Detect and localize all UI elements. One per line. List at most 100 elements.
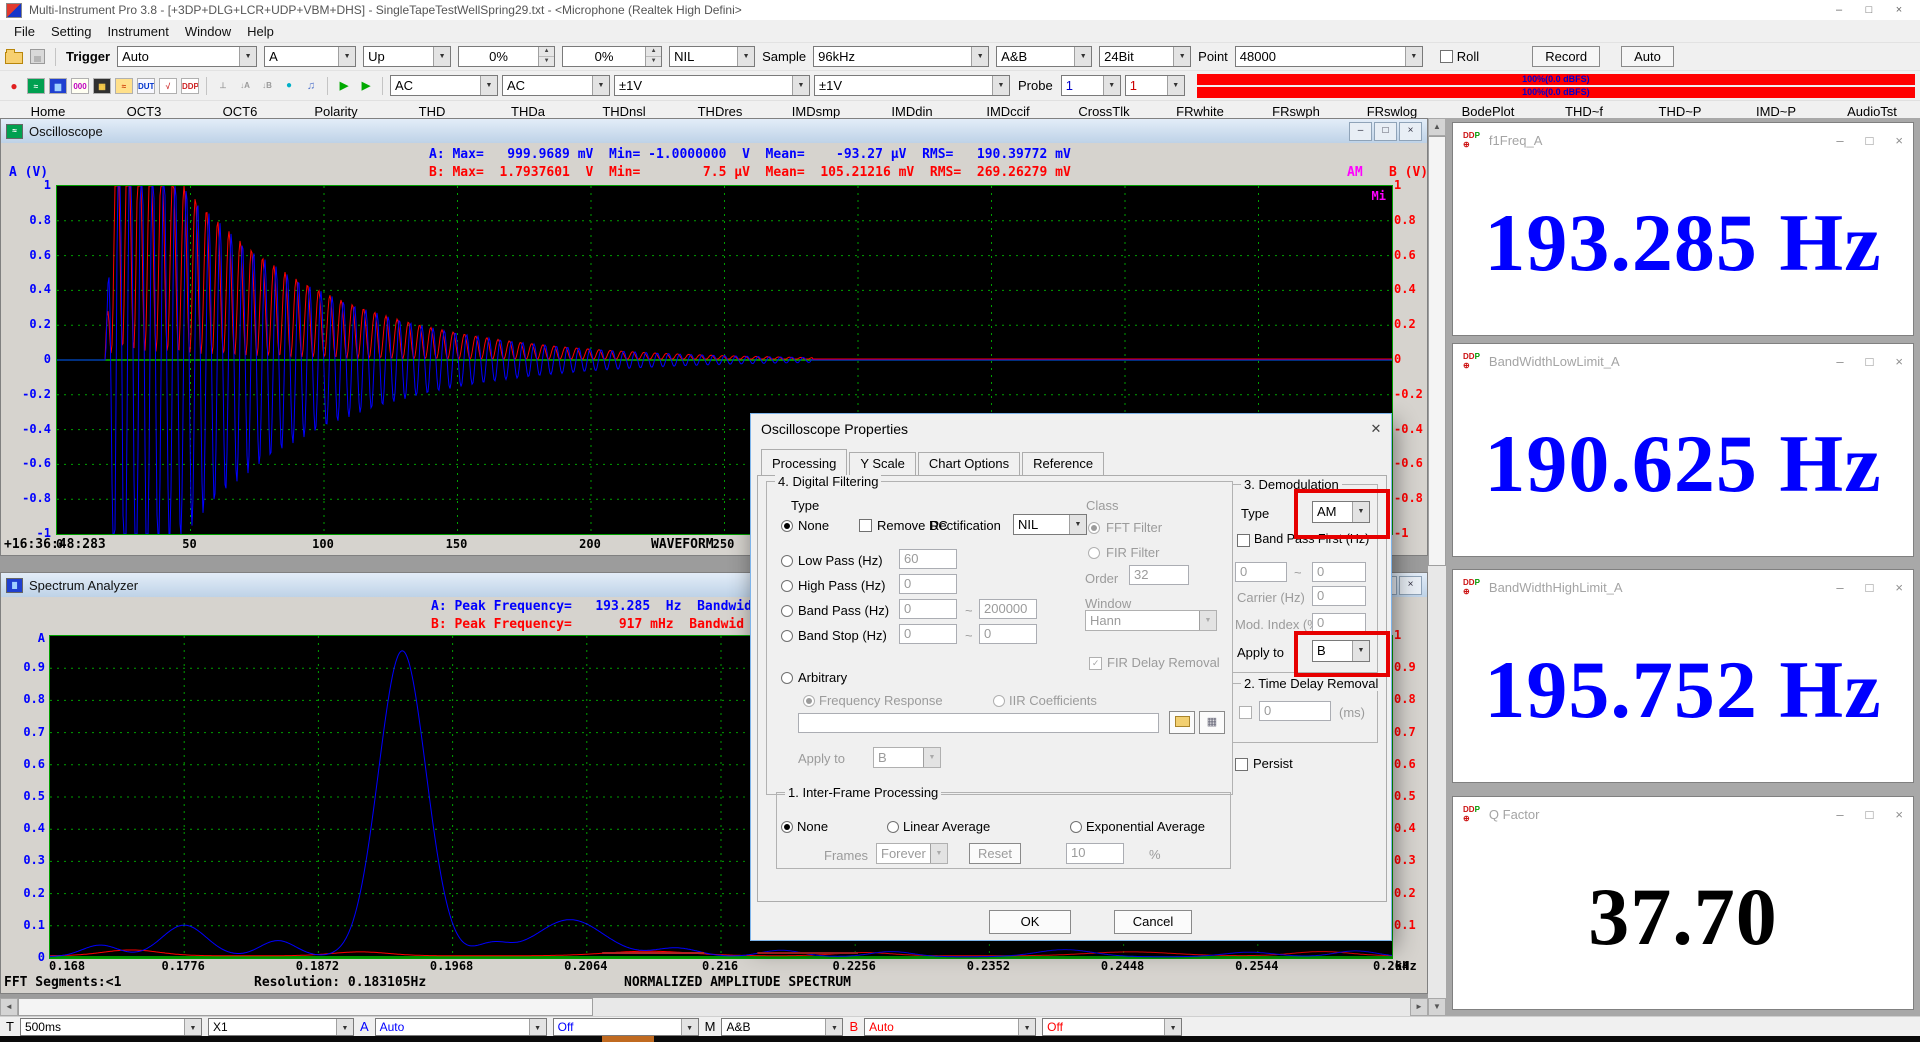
dialog-close-button[interactable]: ✕ [1361, 421, 1391, 437]
trigger-level-spinner[interactable]: 0%▲▼ [458, 46, 555, 67]
spectrum-3d-icon[interactable]: ▦ [93, 78, 111, 94]
rectification-combo[interactable]: NIL▼ [1013, 514, 1087, 535]
derived-data-icon[interactable]: √ [159, 78, 177, 94]
oscilloscope-title-bar[interactable]: ≈ Oscilloscope – □ × [1, 119, 1427, 143]
dropdown-arrow-icon[interactable]: ▼ [923, 748, 940, 767]
dropdown-arrow-icon[interactable]: ▼ [239, 47, 256, 66]
exponential-average-radio[interactable] [1070, 821, 1082, 833]
oscilloscope-icon[interactable]: ≈ [27, 78, 45, 94]
coupling-b-combo[interactable]: AC▼ [502, 75, 610, 96]
record-length-combo[interactable]: 48000▼ [1235, 46, 1423, 67]
mod-index-field[interactable]: 0 [1312, 613, 1366, 633]
ifp-none-radio[interactable] [781, 821, 793, 833]
dropdown-arrow-icon[interactable]: ▼ [1167, 76, 1184, 95]
sampling-channels-combo[interactable]: A&B▼ [996, 46, 1092, 67]
demod-bp-high-field[interactable]: 0 [1312, 562, 1366, 582]
band-stop-high-field[interactable]: 0 [979, 624, 1037, 644]
dropdown-arrow-icon[interactable]: ▼ [1074, 47, 1091, 66]
band-stop-radio[interactable] [781, 630, 793, 642]
fir-delay-removal-checkbox[interactable] [1089, 657, 1102, 670]
ddp-panel-title-bar[interactable]: DDP⊕BandWidthLowLimit_A–□× [1453, 344, 1913, 378]
ddp-maximize-button[interactable]: □ [1866, 580, 1874, 595]
filter-a-status-combo[interactable]: Off▼ [553, 1018, 699, 1036]
input-a-icon[interactable]: ↓A [236, 78, 254, 94]
sampling-rate-combo[interactable]: 96kHz▼ [813, 46, 989, 67]
menu-window[interactable]: Window [177, 22, 239, 41]
zoom-combo[interactable]: X1▼ [208, 1018, 354, 1036]
dropdown-arrow-icon[interactable]: ▼ [529, 1019, 546, 1035]
time-delay-checkbox[interactable] [1239, 706, 1252, 719]
save-icon[interactable] [30, 49, 45, 64]
fft-filter-radio[interactable] [1088, 522, 1100, 534]
ddp-minimize-button[interactable]: – [1836, 354, 1843, 369]
filter-order-field[interactable]: 32 [1129, 565, 1189, 585]
sound-device-icon[interactable]: ♫ [302, 78, 320, 94]
ddp-viewer-icon[interactable]: DDP [181, 78, 199, 94]
filter-b-status-combo[interactable]: Off▼ [1042, 1018, 1182, 1036]
run-b-icon[interactable]: ▶ [357, 78, 375, 94]
close-button[interactable]: × [1884, 4, 1914, 16]
dropdown-arrow-icon[interactable]: ▼ [1069, 515, 1086, 534]
high-pass-radio[interactable] [781, 580, 793, 592]
ddp-maximize-button[interactable]: □ [1866, 133, 1874, 148]
filter-none-radio[interactable] [781, 520, 793, 532]
carrier-field[interactable]: 0 [1312, 586, 1366, 606]
maximize-button[interactable]: □ [1854, 4, 1884, 16]
ddp-maximize-button[interactable]: □ [1866, 807, 1874, 822]
trigger-source-combo[interactable]: A▼ [264, 46, 356, 67]
band-pass-high-field[interactable]: 200000 [979, 599, 1037, 619]
channel-mode-combo[interactable]: A&B▼ [721, 1018, 843, 1036]
dropdown-arrow-icon[interactable]: ▼ [792, 76, 809, 95]
demod-bp-low-field[interactable]: 0 [1235, 562, 1287, 582]
menu-help[interactable]: Help [239, 22, 282, 41]
edit-table-button[interactable]: ▦ [1199, 711, 1225, 734]
multimeter-icon[interactable]: 000 [71, 78, 89, 94]
oscilloscope-minimize-button[interactable]: – [1349, 122, 1372, 141]
ddp-panel-title-bar[interactable]: DDP⊕f1Freq_A–□× [1453, 123, 1913, 157]
dropdown-arrow-icon[interactable]: ▼ [1103, 76, 1120, 95]
dropdown-arrow-icon[interactable]: ▼ [930, 844, 947, 863]
ddp-close-button[interactable]: × [1895, 133, 1903, 148]
coupling-a-combo[interactable]: AC▼ [390, 75, 498, 96]
dropdown-arrow-icon[interactable]: ▼ [1164, 1019, 1181, 1035]
minimize-button[interactable]: – [1824, 4, 1854, 16]
dropdown-arrow-icon[interactable]: ▼ [971, 47, 988, 66]
autoscale-button[interactable]: Auto [1621, 46, 1674, 67]
calibration-icon[interactable]: ⊥ [214, 78, 232, 94]
spectrum-close-button[interactable]: × [1399, 576, 1422, 595]
menu-instrument[interactable]: Instrument [99, 22, 176, 41]
dropdown-arrow-icon[interactable]: ▼ [338, 47, 355, 66]
linear-average-radio[interactable] [887, 821, 899, 833]
device-test-plan-icon[interactable]: DUT [137, 78, 155, 94]
roll-checkbox-box[interactable] [1440, 50, 1453, 63]
high-pass-field[interactable]: 0 [899, 574, 957, 594]
frames-combo[interactable]: Forever▼ [876, 843, 948, 864]
input-b-icon[interactable]: ↓B [258, 78, 276, 94]
arbitrary-radio[interactable] [781, 672, 793, 684]
arbitrary-file-field[interactable] [798, 713, 1159, 733]
probe-cal-icon[interactable]: ● [280, 78, 298, 94]
ddp-maximize-button[interactable]: □ [1866, 354, 1874, 369]
band-stop-low-field[interactable]: 0 [899, 624, 957, 644]
menu-file[interactable]: File [6, 22, 43, 41]
run-a-icon[interactable]: ▶ [335, 78, 353, 94]
dropdown-arrow-icon[interactable]: ▼ [1173, 47, 1190, 66]
vertical-scrollbar[interactable]: ▲ ▼ [1428, 118, 1446, 1016]
ddp-minimize-button[interactable]: – [1836, 580, 1843, 595]
record-icon[interactable]: ● [5, 78, 23, 94]
ddp-minimize-button[interactable]: – [1836, 133, 1843, 148]
ddp-close-button[interactable]: × [1895, 354, 1903, 369]
dropdown-arrow-icon[interactable]: ▼ [992, 76, 1009, 95]
fir-window-combo[interactable]: Hann▼ [1085, 610, 1217, 631]
spinner-arrows-icon[interactable]: ▲▼ [645, 47, 661, 66]
ddp-panel-title-bar[interactable]: DDP⊕BandWidthHighLimit_A–□× [1453, 570, 1913, 604]
probe-b-combo[interactable]: 1▼ [1125, 75, 1185, 96]
filter-apply-to-combo[interactable]: B▼ [873, 747, 941, 768]
range-a-status-combo[interactable]: Auto▼ [375, 1018, 547, 1036]
dropdown-arrow-icon[interactable]: ▼ [681, 1019, 698, 1035]
trigger-mode-combo[interactable]: Auto▼ [117, 46, 257, 67]
range-b-status-combo[interactable]: Auto▼ [864, 1018, 1036, 1036]
ddp-panel-title-bar[interactable]: DDP⊕Q Factor–□× [1453, 797, 1913, 831]
tab-chart-options[interactable]: Chart Options [918, 452, 1020, 475]
dropdown-arrow-icon[interactable]: ▼ [184, 1019, 201, 1035]
